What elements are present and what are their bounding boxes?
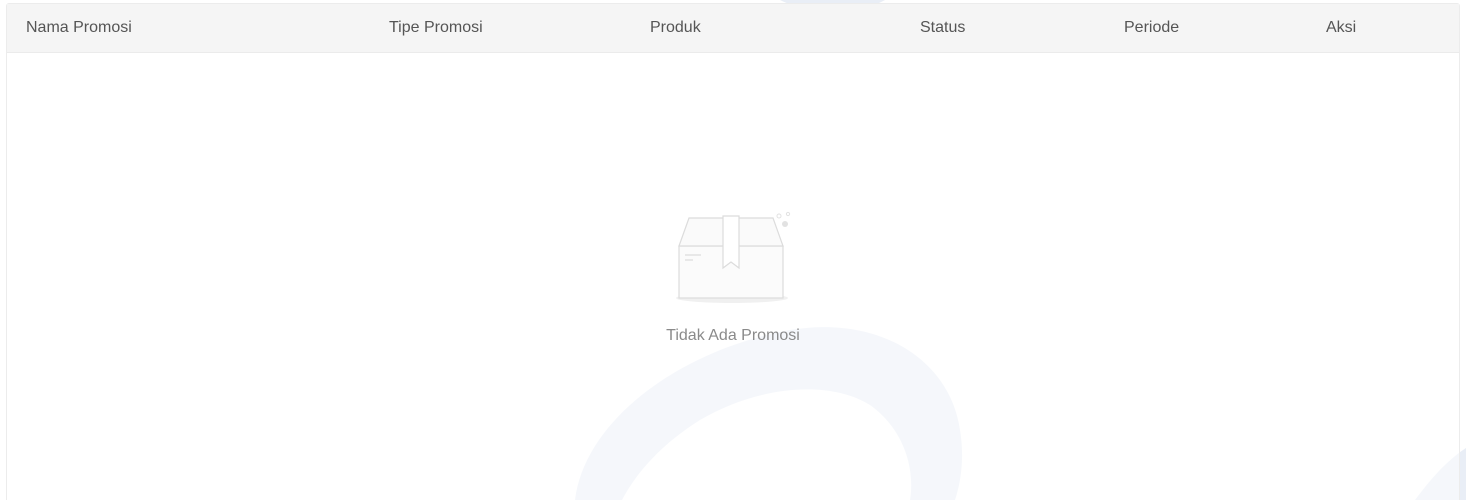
empty-state: Tidak Ada Promosi — [0, 210, 1466, 345]
empty-box-icon — [676, 211, 791, 303]
promotion-list-page: Nama Promosi Tipe Promosi Produk Status … — [0, 0, 1466, 500]
empty-state-message: Tidak Ada Promosi — [666, 327, 800, 344]
column-header-action: Aksi — [1326, 19, 1357, 36]
column-header-product: Produk — [650, 19, 701, 36]
column-header-period: Periode — [1124, 19, 1180, 36]
column-header-promotion-type: Tipe Promosi — [389, 19, 483, 36]
column-header-status: Status — [920, 19, 966, 36]
column-header-promotion-name: Nama Promosi — [26, 19, 132, 36]
table-header: Nama Promosi Tipe Promosi Produk Status … — [7, 4, 1459, 53]
